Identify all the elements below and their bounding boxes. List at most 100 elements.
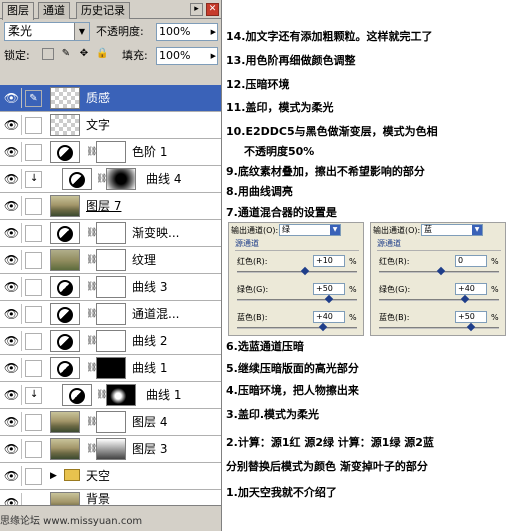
eye-icon[interactable]: 👁 bbox=[2, 223, 22, 243]
eye-icon[interactable]: 👁 bbox=[2, 196, 22, 216]
layer-row[interactable]: 👁 ⛓ 通道混... bbox=[0, 301, 221, 328]
slider-knob[interactable] bbox=[324, 294, 334, 304]
output-channel-value: 绿 bbox=[282, 225, 290, 234]
eye-icon[interactable]: 👁 bbox=[2, 466, 22, 486]
chevron-right-icon[interactable]: ▶ bbox=[211, 24, 216, 40]
clip-arrow-icon: ↓ bbox=[30, 389, 39, 400]
lock-all-icon[interactable]: 🔒 bbox=[96, 48, 108, 60]
link-box[interactable] bbox=[25, 360, 42, 377]
link-box[interactable] bbox=[25, 144, 42, 161]
red-slider[interactable] bbox=[379, 266, 499, 276]
link-box[interactable] bbox=[25, 468, 42, 485]
layer-row[interactable]: 👁 图层 7 bbox=[0, 193, 221, 220]
layer-name: 曲线 1 bbox=[132, 361, 168, 375]
eye-icon[interactable]: 👁 bbox=[2, 331, 22, 351]
link-box[interactable] bbox=[25, 306, 42, 323]
eye-icon[interactable]: 👁 bbox=[2, 250, 22, 270]
eye-icon[interactable]: 👁 bbox=[2, 142, 22, 162]
eye-icon[interactable]: 👁 bbox=[2, 88, 22, 108]
chain-icon: ⛓ bbox=[86, 309, 98, 319]
adjustment-icon bbox=[50, 330, 80, 352]
panel-menu-button[interactable]: ▸ bbox=[190, 3, 203, 16]
output-channel-select[interactable]: 蓝 ▼ bbox=[421, 224, 483, 236]
layer-row[interactable]: 👁 ⛓ 曲线 2 bbox=[0, 328, 221, 355]
layer-row[interactable]: 👁 ⛓ 图层 3 bbox=[0, 436, 221, 463]
brush-icon[interactable]: ✎ bbox=[25, 90, 42, 107]
expand-triangle-icon[interactable]: ▶ bbox=[50, 467, 57, 485]
blend-mode-select[interactable]: 柔光 ▼ bbox=[4, 22, 90, 41]
layer-row[interactable]: 👁 ↓ ⛓ 曲线 4 bbox=[0, 166, 221, 193]
slider-knob[interactable] bbox=[436, 266, 446, 276]
layer-row[interactable]: 👁 文字 bbox=[0, 112, 221, 139]
chevron-right-icon[interactable]: ▶ bbox=[211, 48, 216, 64]
close-icon[interactable]: ✕ bbox=[206, 3, 219, 16]
percent-sign: % bbox=[491, 313, 499, 322]
percent-sign: % bbox=[349, 285, 357, 294]
eye-icon[interactable]: 👁 bbox=[2, 277, 22, 297]
eye-icon[interactable]: 👁 bbox=[2, 304, 22, 324]
link-box[interactable] bbox=[25, 333, 42, 350]
link-box[interactable] bbox=[25, 414, 42, 431]
blue-slider[interactable] bbox=[237, 322, 357, 332]
divider bbox=[377, 250, 501, 251]
fill-value: 100% bbox=[159, 49, 191, 62]
layer-name: 渐变映... bbox=[132, 226, 180, 240]
source-channels-label: 源通道 bbox=[235, 239, 259, 248]
tab-channels[interactable]: 通道 bbox=[38, 2, 70, 19]
blue-label: 蓝色(B): bbox=[237, 313, 268, 322]
layer-row[interactable]: 👁 ⛓ 纹理 bbox=[0, 247, 221, 274]
layer-name: 质感 bbox=[86, 91, 111, 105]
slider-knob[interactable] bbox=[460, 294, 470, 304]
layer-mask bbox=[96, 303, 126, 325]
layer-mask bbox=[96, 330, 126, 352]
link-box[interactable] bbox=[25, 252, 42, 269]
green-input[interactable]: +40 bbox=[455, 283, 487, 295]
eye-icon[interactable]: 👁 bbox=[2, 439, 22, 459]
chain-icon: ⛓ bbox=[96, 174, 108, 184]
red-slider[interactable] bbox=[237, 266, 357, 276]
eye-icon[interactable]: 👁 bbox=[2, 115, 22, 135]
green-slider[interactable] bbox=[379, 294, 499, 304]
link-box[interactable] bbox=[25, 441, 42, 458]
blue-input[interactable]: +40 bbox=[313, 311, 345, 323]
layer-row[interactable]: 👁 ⛓ 色阶 1 bbox=[0, 139, 221, 166]
slider-knob[interactable] bbox=[318, 322, 328, 332]
layer-row[interactable]: 👁 ✎ 质感 bbox=[0, 85, 221, 112]
layer-row[interactable]: 👁 ⛓ 图层 4 bbox=[0, 409, 221, 436]
tab-history[interactable]: 历史记录 bbox=[76, 2, 130, 19]
layer-row[interactable]: 👁 ⛓ 渐变映... bbox=[0, 220, 221, 247]
link-box[interactable] bbox=[25, 279, 42, 296]
chevron-down-icon: ▼ bbox=[330, 225, 340, 235]
green-slider[interactable] bbox=[237, 294, 357, 304]
eye-icon[interactable]: 👁 bbox=[2, 412, 22, 432]
lock-brush-icon[interactable]: ✎ bbox=[60, 48, 72, 60]
eye-icon[interactable]: 👁 bbox=[2, 385, 22, 405]
eye-icon[interactable]: 👁 bbox=[2, 169, 22, 189]
layer-row[interactable]: 👁 ⛓ 曲线 3 bbox=[0, 274, 221, 301]
red-label: 红色(R): bbox=[237, 257, 268, 266]
note-line: 8.用曲线调亮 bbox=[226, 185, 293, 198]
layer-row[interactable]: 👁 ↓ ⛓ 曲线 1 bbox=[0, 382, 221, 409]
blue-input[interactable]: +50 bbox=[455, 311, 487, 323]
lock-transparent-icon[interactable] bbox=[42, 48, 54, 60]
note-line: 12.压暗环境 bbox=[226, 78, 290, 91]
link-box[interactable] bbox=[25, 117, 42, 134]
percent-sign: % bbox=[349, 313, 357, 322]
slider-knob[interactable] bbox=[466, 322, 476, 332]
red-input[interactable]: 0 bbox=[455, 255, 487, 267]
link-box[interactable] bbox=[25, 225, 42, 242]
slider-knob[interactable] bbox=[300, 266, 310, 276]
fill-input[interactable]: 100% ▶ bbox=[156, 47, 218, 65]
tab-layers[interactable]: 图层 bbox=[2, 2, 34, 20]
eye-icon[interactable]: 👁 bbox=[2, 358, 22, 378]
opacity-input[interactable]: 100% ▶ bbox=[156, 23, 218, 41]
green-input[interactable]: +50 bbox=[313, 283, 345, 295]
output-channel-select[interactable]: 绿 ▼ bbox=[279, 224, 341, 236]
link-box[interactable] bbox=[25, 198, 42, 215]
blue-slider[interactable] bbox=[379, 322, 499, 332]
layer-row[interactable]: 👁 ⛓ 曲线 1 bbox=[0, 355, 221, 382]
layer-name: 曲线 3 bbox=[132, 280, 168, 294]
red-input[interactable]: +10 bbox=[313, 255, 345, 267]
lock-move-icon[interactable]: ✥ bbox=[78, 48, 90, 60]
layer-row[interactable]: 👁 ▶ 天空 bbox=[0, 463, 221, 490]
